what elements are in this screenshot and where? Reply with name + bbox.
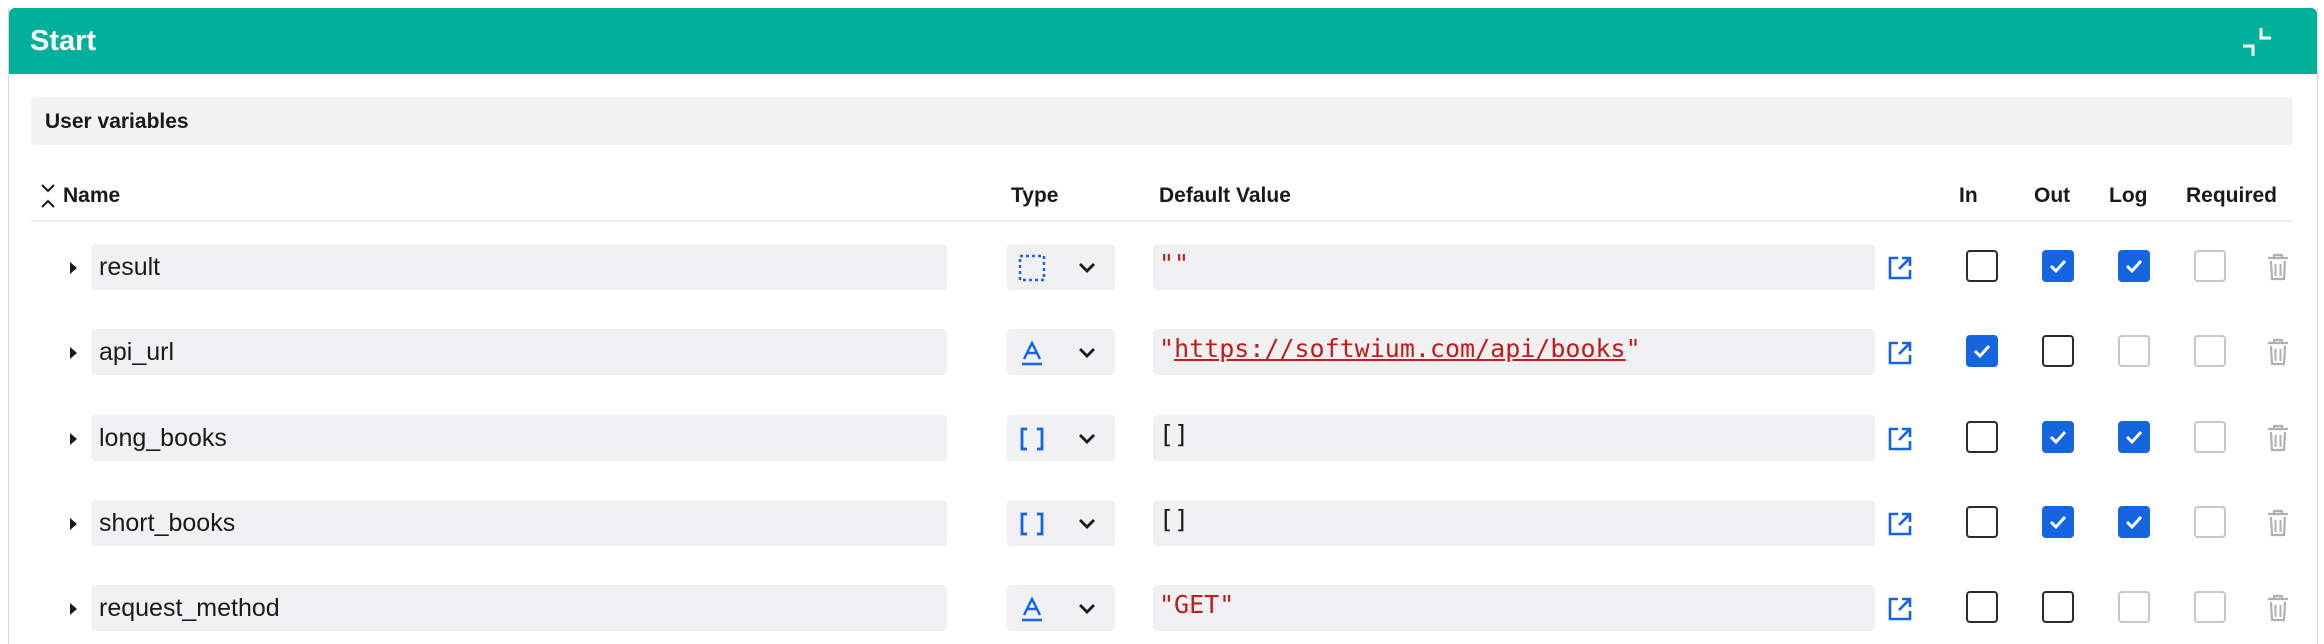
out-checkbox[interactable] [2042, 591, 2074, 623]
in-checkbox[interactable] [1966, 591, 1998, 623]
variable-type-select[interactable] [1007, 585, 1115, 631]
chevron-down-icon [1077, 342, 1097, 362]
out-checkbox[interactable] [2042, 506, 2074, 538]
panel-title: Start [30, 25, 97, 57]
variable-name-input[interactable]: result [91, 244, 947, 290]
variable-type-select[interactable] [1007, 500, 1115, 546]
variable-type-select[interactable] [1007, 244, 1115, 290]
out-checkbox[interactable] [2042, 421, 2074, 453]
expand-caret-icon[interactable] [64, 338, 84, 368]
in-checkbox[interactable] [1966, 335, 1998, 367]
expand-caret-icon[interactable] [64, 253, 84, 283]
section-title: User variables [45, 110, 189, 133]
in-checkbox[interactable] [1966, 250, 1998, 282]
required-checkbox[interactable] [2194, 250, 2226, 282]
default-value-input[interactable]: "GET" [1153, 585, 1875, 631]
header-divider [31, 220, 2293, 222]
column-header-default-value: Default Value [1159, 184, 1291, 207]
variable-name-input[interactable]: api_url [91, 329, 947, 375]
default-value-text: [] [1159, 420, 1190, 449]
open-editor-icon[interactable] [1886, 510, 1914, 538]
default-value-input[interactable]: [] [1153, 415, 1875, 461]
log-checkbox[interactable] [2118, 250, 2150, 282]
out-checkbox[interactable] [2042, 250, 2074, 282]
column-header-out: Out [2034, 184, 2071, 207]
default-value-text: "GET" [1159, 590, 1235, 619]
required-checkbox[interactable] [2194, 506, 2226, 538]
sort-toggle-icon[interactable] [39, 182, 57, 210]
open-editor-icon[interactable] [1886, 254, 1914, 282]
required-checkbox[interactable] [2194, 591, 2226, 623]
chevron-down-icon [1077, 513, 1097, 533]
column-header-name[interactable]: Name [63, 184, 120, 208]
variable-row: long_books [] [9, 408, 2317, 470]
text-type-icon [1017, 594, 1047, 624]
default-value-input[interactable]: [] [1153, 500, 1875, 546]
start-node-panel: Start User variables Name Type Default V… [8, 8, 2318, 644]
expand-caret-icon[interactable] [64, 424, 84, 454]
required-checkbox[interactable] [2194, 335, 2226, 367]
variable-row: request_method "GET" [9, 578, 2317, 640]
variable-row: result "" [9, 237, 2317, 299]
delete-trash-icon[interactable] [2265, 508, 2291, 538]
variable-row: api_url "https://softwium.com/api/books" [9, 322, 2317, 384]
open-editor-icon[interactable] [1886, 595, 1914, 623]
variable-name-input[interactable]: short_books [91, 500, 947, 546]
user-variables-section-header: User variables [31, 97, 2293, 145]
variable-name-input[interactable]: request_method [91, 585, 947, 631]
open-editor-icon[interactable] [1886, 339, 1914, 367]
variable-type-select[interactable] [1007, 415, 1115, 461]
column-header-type: Type [1011, 184, 1059, 207]
in-checkbox[interactable] [1966, 506, 1998, 538]
log-checkbox[interactable] [2118, 335, 2150, 367]
column-header-in: In [1959, 184, 1978, 207]
delete-trash-icon[interactable] [2265, 593, 2291, 623]
log-checkbox[interactable] [2118, 591, 2150, 623]
collapse-arrows-icon[interactable] [2239, 24, 2275, 60]
default-value-input[interactable]: "https://softwium.com/api/books" [1153, 329, 1875, 375]
default-value-text: "" [1159, 249, 1190, 278]
text-type-icon [1017, 338, 1047, 368]
default-value-text: [] [1159, 505, 1190, 534]
expand-caret-icon[interactable] [64, 594, 84, 624]
log-checkbox[interactable] [2118, 506, 2150, 538]
delete-trash-icon[interactable] [2265, 423, 2291, 453]
default-value-text: "https://softwium.com/api/books" [1159, 334, 1641, 363]
column-header-required: Required [2186, 184, 2278, 207]
column-header-log: Log [2109, 184, 2148, 207]
chevron-down-icon [1077, 428, 1097, 448]
delete-trash-icon[interactable] [2265, 337, 2291, 367]
expand-caret-icon[interactable] [64, 509, 84, 539]
chevron-down-icon [1077, 257, 1097, 277]
any-type-icon [1017, 253, 1047, 283]
required-checkbox[interactable] [2194, 421, 2226, 453]
variable-row: short_books [] [9, 493, 2317, 555]
chevron-down-icon [1077, 598, 1097, 618]
in-checkbox[interactable] [1966, 421, 1998, 453]
list-type-icon [1017, 509, 1047, 539]
panel-header: Start [9, 8, 2317, 74]
variable-name-input[interactable]: long_books [91, 415, 947, 461]
open-editor-icon[interactable] [1886, 425, 1914, 453]
out-checkbox[interactable] [2042, 335, 2074, 367]
log-checkbox[interactable] [2118, 421, 2150, 453]
delete-trash-icon[interactable] [2265, 252, 2291, 282]
list-type-icon [1017, 424, 1047, 454]
variable-type-select[interactable] [1007, 329, 1115, 375]
default-value-input[interactable]: "" [1153, 244, 1875, 290]
